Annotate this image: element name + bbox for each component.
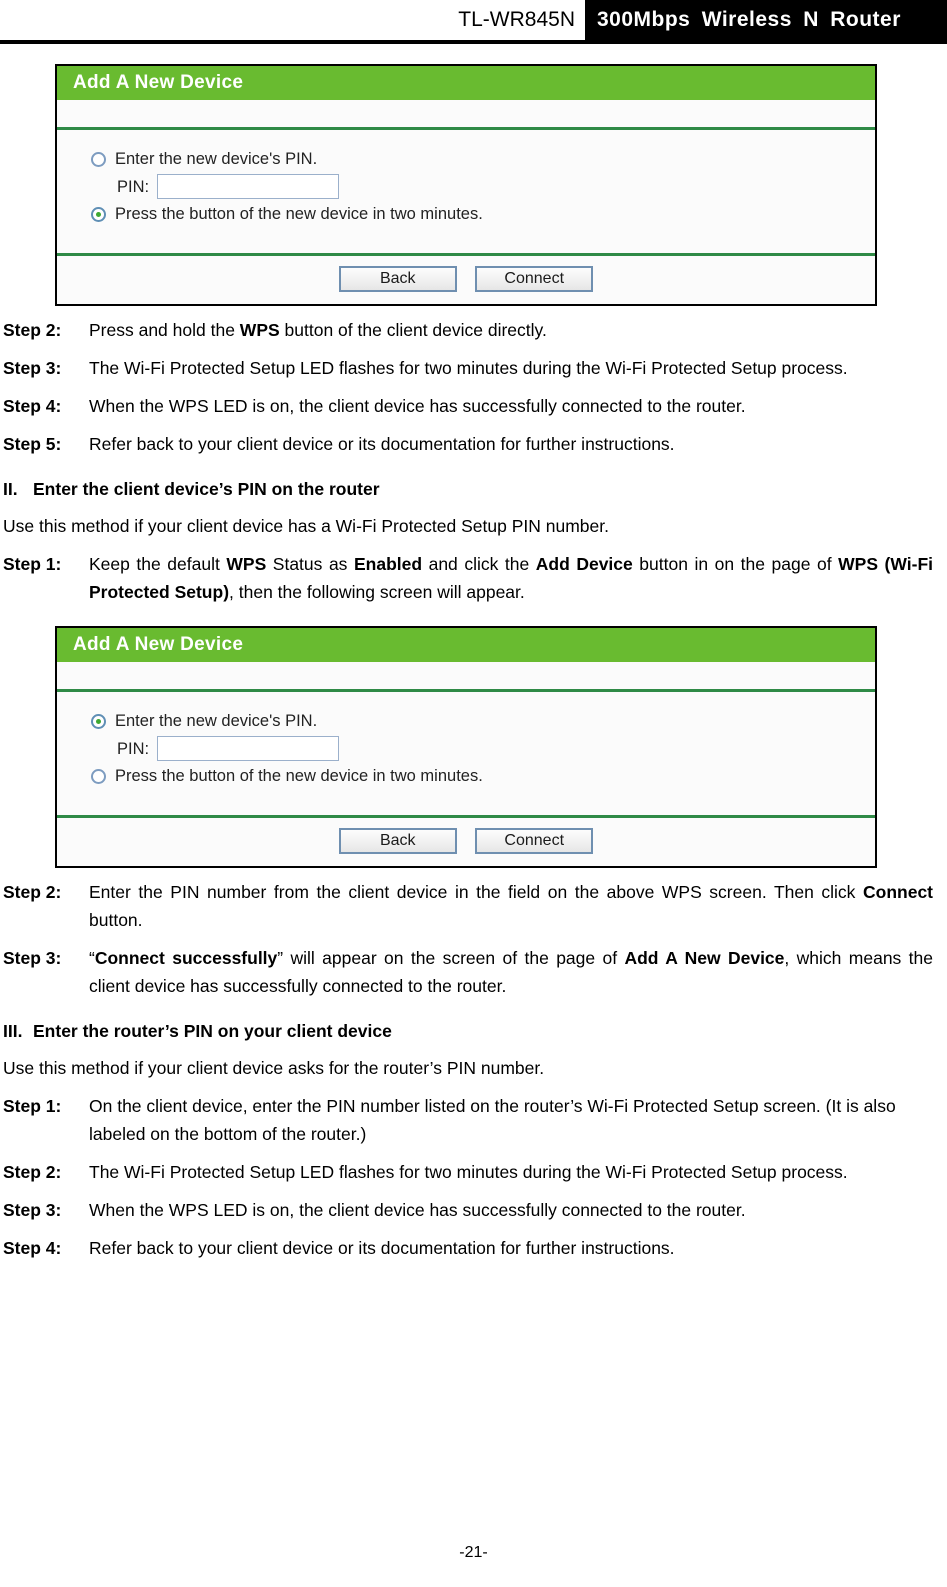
panel-body-2: Enter the new device's PIN. PIN: Press t… — [57, 692, 875, 818]
section-ii-step-2-row: Step 2: Enter the PIN number from the cl… — [3, 878, 933, 934]
pin-label-2: PIN: — [117, 739, 150, 758]
section-iii-step-2-row: Step 2: The Wi-Fi Protected Setup LED fl… — [3, 1158, 933, 1186]
s2s1-b1: WPS — [226, 554, 267, 574]
radio-enter-pin-icon-2[interactable] — [91, 713, 106, 729]
step-5-row: Step 5: Refer back to your client device… — [3, 430, 933, 458]
section-iii-step-3-row: Step 3: When the WPS LED is on, the clie… — [3, 1196, 933, 1224]
section-iii-step-1-text: On the client device, enter the PIN numb… — [89, 1096, 896, 1144]
option-press-button-row-2[interactable]: Press the button of the new device in tw… — [57, 763, 875, 789]
section-ii-step-2-text: Enter the PIN number from the client dev… — [89, 878, 933, 934]
step-2-bold-wps: WPS — [239, 320, 280, 340]
option-enter-pin-row-2[interactable]: Enter the new device's PIN. — [57, 708, 875, 734]
step-2-text: Press and hold the WPS button of the cli… — [89, 316, 933, 344]
section-iii-intro: Use this method if your client device as… — [3, 1058, 545, 1078]
section-iii-heading: III. Enter the router’s PIN on your clie… — [3, 1018, 933, 1044]
pin-field-row-2: PIN: — [57, 734, 875, 763]
section-iii-step-1-row: Step 1: On the client device, enter the … — [3, 1092, 933, 1148]
s2g-s2-t2: button. — [89, 910, 143, 930]
section-ii-step-3-row: Step 3: “Connect successfully” will appe… — [3, 944, 933, 1000]
s2g-s2-b1: Connect — [863, 882, 933, 902]
section-ii-step-1-row: Step 1: Keep the default WPS Status as E… — [3, 550, 933, 606]
section-ii-step-2-label: Step 2: — [3, 882, 62, 902]
option-press-button-label-2: Press the button of the new device in tw… — [115, 767, 483, 785]
router-product-label: 300Mbps Wireless N Router — [585, 0, 947, 40]
section-ii-heading: II. Enter the client device’s PIN on the… — [3, 476, 933, 502]
pin-field-row: PIN: — [57, 172, 875, 201]
section-iii-step-2-label: Step 2: — [3, 1162, 62, 1182]
step-2-text-prefix: Press and hold the — [89, 320, 240, 340]
section-iii-step-4-label: Step 4: — [3, 1238, 62, 1258]
panel-footer: Back Connect — [57, 256, 875, 304]
s2s1-t2: Status as — [266, 554, 354, 574]
connect-button-2[interactable]: Connect — [475, 828, 594, 854]
s2g-s3-t2: ” will appear on the screen of the page … — [277, 948, 625, 968]
radio-enter-pin-icon[interactable] — [91, 151, 106, 167]
step-4-row: Step 4: When the WPS LED is on, the clie… — [3, 392, 933, 420]
step-4-label: Step 4: — [3, 396, 62, 416]
section-iii-step-3-text: When the WPS LED is on, the client devic… — [89, 1200, 746, 1220]
step-3-row: Step 3: The Wi-Fi Protected Setup LED fl… — [3, 354, 933, 382]
section-iii-step-4-row: Step 4: Refer back to your client device… — [3, 1234, 933, 1262]
option-enter-pin-label-2: Enter the new device's PIN. — [115, 712, 318, 730]
s2s1-b3: Add Device — [535, 554, 633, 574]
option-enter-pin-row[interactable]: Enter the new device's PIN. — [57, 146, 875, 172]
option-enter-pin-label: Enter the new device's PIN. — [115, 150, 318, 168]
s2s1-t3: and click the — [422, 554, 536, 574]
section-ii-intro: Use this method if your client device ha… — [3, 516, 609, 536]
step-2-row: Step 2: Press and hold the WPS button of… — [3, 316, 933, 344]
document-header: TL-WR845N 300Mbps Wireless N Router — [0, 0, 947, 44]
section-iii-number: III. — [3, 1021, 23, 1041]
back-button-2[interactable]: Back — [338, 828, 457, 854]
s2g-s2-t1: Enter the PIN number from the client dev… — [89, 882, 863, 902]
option-press-button-row[interactable]: Press the button of the new device in tw… — [57, 201, 875, 227]
section-iii-step-1-label: Step 1: — [3, 1096, 62, 1116]
back-button[interactable]: Back — [338, 266, 457, 292]
step-2-text-suffix: button of the client device directly. — [279, 320, 547, 340]
page-number: -21- — [459, 1544, 488, 1561]
step-5-text: Refer back to your client device or its … — [89, 434, 675, 454]
section-ii-title: Enter the client device’s PIN on the rou… — [33, 479, 380, 499]
radio-press-button-icon-2[interactable] — [91, 768, 106, 784]
add-new-device-panel-1: Add A New Device Enter the new device's … — [55, 64, 877, 306]
section-iii-title: Enter the router’s PIN on your client de… — [33, 1021, 392, 1041]
step-3-label: Step 3: — [3, 358, 62, 378]
page-content: Add A New Device Enter the new device's … — [0, 64, 947, 1262]
section-iii-step-4-text: Refer back to your client device or its … — [89, 1238, 675, 1258]
pin-input[interactable] — [157, 174, 340, 199]
step-3-text: The Wi-Fi Protected Setup LED flashes fo… — [89, 358, 848, 378]
s2s1-b2: Enabled — [353, 554, 423, 574]
step-5-label: Step 5: — [3, 434, 62, 454]
panel-spacer-strip — [57, 100, 875, 130]
section-ii-step-1-text: Keep the default WPS Status as Enabled a… — [89, 550, 933, 606]
panel-title: Add A New Device — [57, 66, 875, 100]
section-ii-step-3-label: Step 3: — [3, 948, 62, 968]
s2g-s3-b2: Add A New Device — [624, 948, 785, 968]
step-4-text: When the WPS LED is on, the client devic… — [89, 396, 746, 416]
s2s1-t1: Keep the default — [89, 554, 227, 574]
section-ii-step-1-label: Step 1: — [3, 554, 62, 574]
step-2-label: Step 2: — [3, 320, 62, 340]
panel-title-2: Add A New Device — [57, 628, 875, 662]
radio-press-button-icon[interactable] — [91, 206, 106, 222]
s2s1-t4: button in on the page of — [632, 554, 839, 574]
connect-button[interactable]: Connect — [475, 266, 594, 292]
section-iii-step-3-label: Step 3: — [3, 1200, 62, 1220]
section-ii-number: II. — [3, 479, 18, 499]
option-press-button-label: Press the button of the new device in tw… — [115, 205, 483, 223]
add-new-device-panel-2: Add A New Device Enter the new device's … — [55, 626, 877, 868]
section-ii-step-3-text: “Connect successfully” will appear on th… — [89, 944, 933, 1000]
router-model-label: TL-WR845N — [458, 0, 585, 40]
panel-body: Enter the new device's PIN. PIN: Press t… — [57, 130, 875, 256]
panel-spacer-strip-2 — [57, 662, 875, 692]
pin-label: PIN: — [117, 177, 150, 196]
header-rule — [0, 40, 947, 44]
pin-input-2[interactable] — [157, 736, 340, 761]
section-iii-step-2-text: The Wi-Fi Protected Setup LED flashes fo… — [89, 1162, 848, 1182]
s2g-s3-b1: Connect successfully — [94, 948, 278, 968]
s2s1-t5: , then the following screen will appear. — [229, 582, 525, 602]
panel-footer-2: Back Connect — [57, 818, 875, 866]
